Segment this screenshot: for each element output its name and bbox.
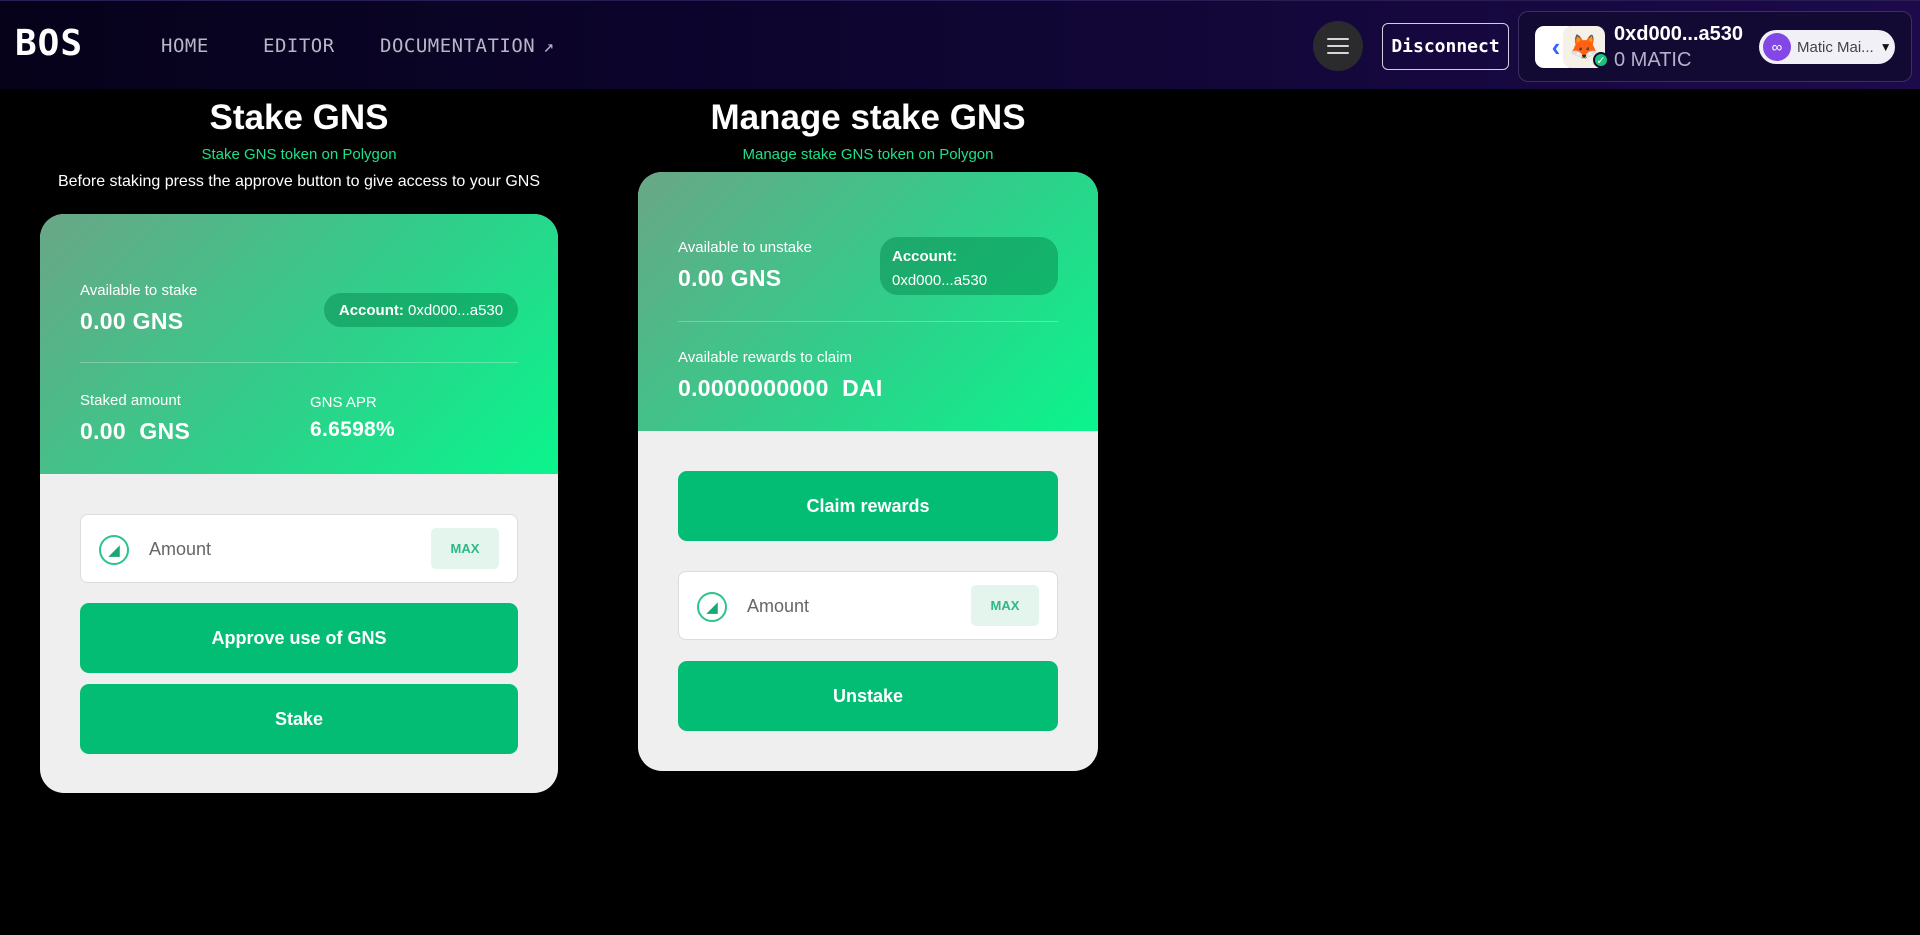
staked-amount-value: 0.00 GNS — [80, 418, 191, 444]
connected-check-icon: ✓ — [1593, 52, 1609, 68]
manage-card-summary: Available to unstake 0.00 GNS Account: 0… — [638, 172, 1098, 431]
account-address: 0xd000...a530 — [892, 272, 988, 289]
available-rewards-label: Available rewards to claim — [678, 349, 852, 366]
unstake-amount-input[interactable] — [747, 590, 947, 622]
unstake-button[interactable]: Unstake — [678, 661, 1058, 731]
nav-documentation-link[interactable]: DOCUMENTATION ↗ — [380, 35, 555, 57]
account-badge: Account: 0xd000...a530 — [880, 237, 1058, 295]
claim-rewards-button[interactable]: Claim rewards — [678, 471, 1058, 541]
stake-card-summary: Available to stake 0.00 GNS Account: 0xd… — [40, 214, 558, 474]
divider — [80, 362, 518, 363]
hamburger-icon — [1327, 38, 1349, 40]
account-label: Account: — [892, 248, 957, 265]
stake-amount-field[interactable]: ◢ MAX — [80, 514, 518, 583]
hamburger-menu-button[interactable] — [1313, 21, 1363, 71]
bos-logo[interactable]: BOS — [15, 23, 83, 64]
approve-gns-button[interactable]: Approve use of GNS — [80, 603, 518, 673]
account-label: Account: — [338, 301, 404, 319]
wallet-address: 0xd000...a530 — [1614, 23, 1743, 45]
stake-subtitle: Stake GNS token on Polygon — [201, 146, 397, 163]
gns-token-icon: ◢ — [99, 535, 129, 565]
nav-documentation-label: DOCUMENTATION — [380, 35, 536, 57]
account-address: 0xd000...a530 — [408, 301, 504, 319]
wallet-icons: ‹ 🦊 ✓ — [1535, 26, 1609, 68]
available-to-stake-value: 0.00 GNS — [80, 308, 184, 334]
external-link-icon: ↗ — [543, 36, 555, 57]
manage-subtitle: Manage stake GNS token on Polygon — [742, 146, 994, 163]
staked-amount-label: Staked amount — [80, 392, 181, 409]
stake-card: Available to stake 0.00 GNS Account: 0xd… — [40, 214, 558, 793]
account-badge: Account: 0xd000...a530 — [324, 293, 518, 327]
network-name: Matic Mai... — [1797, 38, 1874, 56]
top-navbar: BOS HOME EDITOR DOCUMENTATION ↗ Disconnec… — [0, 0, 1920, 89]
stake-max-button[interactable]: MAX — [431, 528, 499, 569]
gns-apr-label: GNS APR — [310, 394, 377, 411]
available-to-stake-label: Available to stake — [80, 282, 198, 299]
manage-title: Manage stake GNS — [710, 98, 1026, 137]
available-to-unstake-value: 0.00 GNS — [678, 265, 782, 291]
wallet-balance: 0 MATIC — [1614, 49, 1692, 71]
unstake-max-button[interactable]: MAX — [971, 585, 1039, 626]
available-to-unstake-label: Available to unstake — [678, 239, 812, 256]
stake-title: Stake GNS — [209, 98, 389, 137]
stake-note: Before staking press the approve button … — [57, 173, 541, 190]
network-selector[interactable]: ∞ Matic Mai... ▼ — [1759, 30, 1895, 64]
nav-editor-link[interactable]: EDITOR — [263, 35, 335, 57]
stake-button[interactable]: Stake — [80, 684, 518, 754]
available-rewards-value: 0.0000000000 DAI — [678, 375, 883, 401]
chevron-down-icon: ▼ — [1879, 40, 1892, 54]
wallet-widget[interactable]: ‹ 🦊 ✓ 0xd000...a530 0 MATIC ∞ Matic Mai.… — [1518, 11, 1912, 82]
polygon-icon: ∞ — [1763, 33, 1791, 61]
manage-stake-card: Available to unstake 0.00 GNS Account: 0… — [638, 172, 1098, 771]
divider — [678, 321, 1058, 322]
nav-home-link[interactable]: HOME — [161, 35, 209, 57]
unstake-amount-field[interactable]: ◢ MAX — [678, 571, 1058, 640]
stake-amount-input[interactable] — [149, 533, 399, 565]
gns-token-icon: ◢ — [697, 592, 727, 622]
disconnect-button[interactable]: Disconnect — [1382, 23, 1509, 70]
gns-apr-value: 6.6598% — [310, 418, 396, 441]
